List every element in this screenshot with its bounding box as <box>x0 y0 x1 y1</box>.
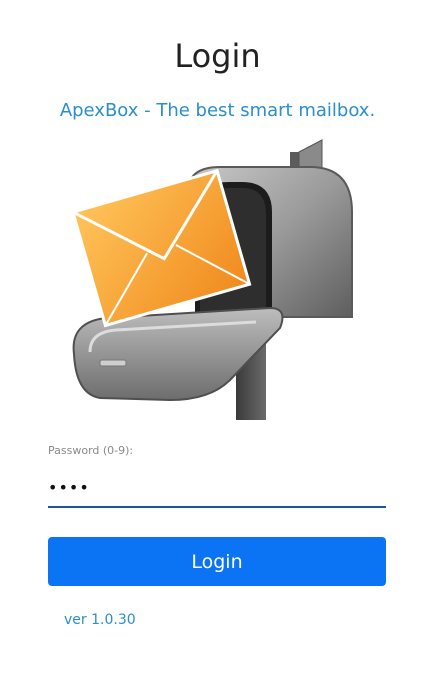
mailbox-with-envelope-icon <box>60 132 380 422</box>
page-title: Login <box>174 37 261 75</box>
page-subtitle: ApexBox - The best smart mailbox. <box>59 100 376 121</box>
version-link[interactable]: ver 1.0.30 <box>64 610 136 630</box>
password-field[interactable] <box>48 468 386 508</box>
password-label: Password (0-9): <box>48 444 134 457</box>
login-button[interactable]: Login <box>48 537 386 586</box>
